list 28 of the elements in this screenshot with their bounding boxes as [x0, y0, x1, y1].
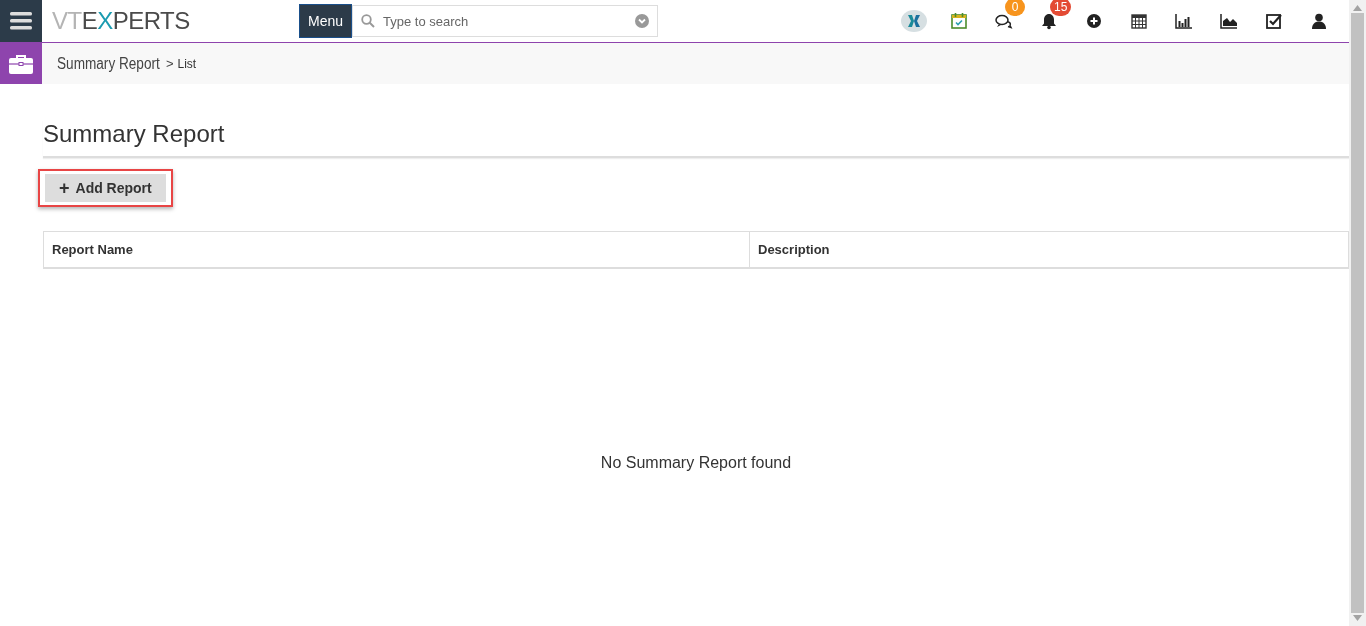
briefcase-icon: [9, 53, 33, 74]
calendar-check-icon[interactable]: [949, 12, 968, 30]
count-badge: 15: [1050, 0, 1072, 16]
add-report-button[interactable]: + Add Report: [45, 174, 166, 202]
menu-icon: [10, 12, 32, 30]
area-chart-icon[interactable]: [1219, 12, 1238, 30]
empty-message: No Summary Report found: [599, 454, 793, 472]
count-badge: 0: [1005, 0, 1025, 16]
search-icon: [361, 14, 376, 28]
calendar-icon[interactable]: [1129, 12, 1148, 30]
menu-button[interactable]: Menu: [299, 4, 353, 38]
search-box[interactable]: Type to search: [352, 5, 659, 37]
breadcrumb-current: List: [177, 56, 197, 71]
chat-icon[interactable]: [994, 12, 1013, 30]
menu-button[interactable]: [0, 0, 42, 42]
bar-chart-icon[interactable]: [1174, 12, 1193, 30]
add-circle-icon[interactable]: [1084, 12, 1103, 30]
user-icon[interactable]: [1309, 12, 1328, 30]
checkbox-icon[interactable]: [1264, 12, 1283, 30]
logo[interactable]: VTEXPERTS: [52, 7, 299, 35]
column-header: Report Name: [43, 231, 750, 268]
x-logo-icon[interactable]: [900, 10, 927, 32]
page-title: Summary Report: [43, 120, 1349, 158]
breadcrumb-separator: >: [165, 56, 174, 71]
bell-icon[interactable]: [1039, 12, 1058, 30]
breadcrumb-link[interactable]: Summary Report: [57, 54, 160, 73]
column-header: Description: [749, 231, 1349, 268]
dropdown-icon[interactable]: [635, 14, 650, 28]
